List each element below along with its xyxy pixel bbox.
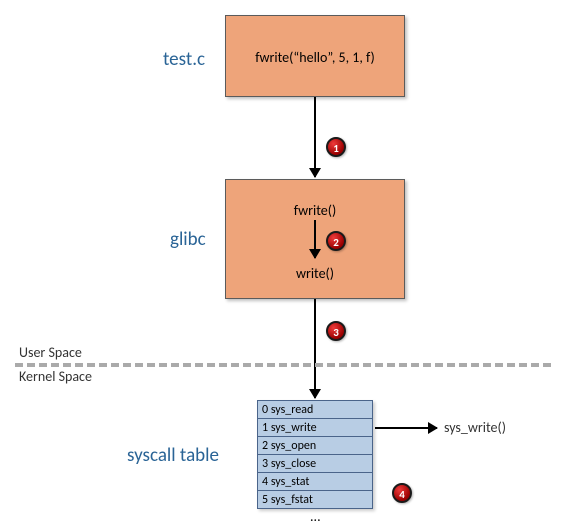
sys-row-1: 1 sys_write: [257, 418, 373, 437]
arrow-sys-write: [375, 427, 437, 429]
label-sys-write-fn: sys_write(): [444, 419, 506, 436]
sys-row-3: 3 sys_close: [257, 454, 373, 473]
badge-4: 4: [392, 483, 412, 503]
glibc-fwrite: fwrite(): [226, 202, 404, 219]
label-user-space: User Space: [19, 344, 82, 361]
arrow-1: [314, 97, 316, 177]
space-boundary: [15, 363, 551, 367]
label-testc: test.c: [163, 48, 205, 71]
label-glibc: glibc: [170, 228, 206, 251]
arrow-2: [314, 220, 316, 258]
sys-row-2: 2 sys_open: [257, 436, 373, 455]
arrow-3: [314, 299, 316, 398]
glibc-write: write(): [226, 265, 404, 282]
sys-row-5: 5 sys_fstat: [257, 490, 373, 509]
sys-row-0: 0 sys_read: [257, 400, 373, 419]
sys-row-4: 4 sys_stat: [257, 472, 373, 491]
label-kernel-space: Kernel Space: [19, 368, 92, 385]
testc-content: fwrite(“hello”, 5, 1, f): [226, 49, 404, 66]
label-syscall-table: syscall table: [127, 444, 219, 467]
badge-3: 3: [326, 321, 346, 341]
badge-2: 2: [326, 231, 346, 251]
badge-1: 1: [326, 137, 346, 157]
syscall-table: 0 sys_read 1 sys_write 2 sys_open 3 sys_…: [257, 400, 373, 509]
ellipsis: ...: [310, 508, 321, 525]
box-testc: fwrite(“hello”, 5, 1, f): [225, 15, 405, 97]
